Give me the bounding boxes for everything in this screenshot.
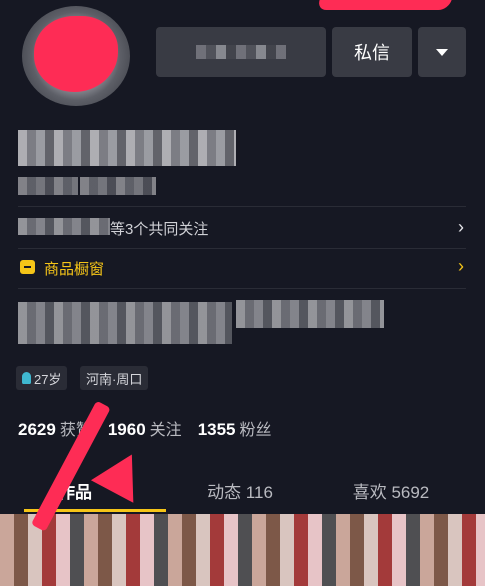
red-scribble-mark <box>34 16 118 92</box>
red-annotation-stroke-top <box>316 0 452 10</box>
likes-count[interactable]: 2629 <box>18 420 56 440</box>
location-tag-label: 河南·周口 <box>86 371 143 387</box>
mutual-follows-text: 等3个共同关注 <box>110 221 209 238</box>
age-tag: 27岁 <box>16 366 68 390</box>
shop-window-row[interactable]: 商品橱窗 › <box>18 252 466 284</box>
divider <box>18 206 466 207</box>
following-count[interactable]: 1960 <box>108 420 146 440</box>
video-thumbnail-strip[interactable] <box>0 514 485 586</box>
shop-window-label: 商品橱窗 <box>44 261 105 278</box>
tab-activity-label: 动态 116 <box>207 482 273 502</box>
avatar[interactable] <box>22 6 130 106</box>
profile-name-blurred <box>18 130 236 166</box>
divider <box>18 248 466 249</box>
chevron-right-icon: › <box>458 217 464 237</box>
shop-icon-face <box>24 266 31 268</box>
chevron-right-icon: › <box>458 256 464 276</box>
more-options-button[interactable] <box>418 27 466 77</box>
message-button-label: 私信 <box>354 43 390 63</box>
tab-likes-label: 喜欢 5692 <box>352 482 430 502</box>
followers-count[interactable]: 1355 <box>198 420 236 440</box>
bio-blurred-2 <box>236 300 384 328</box>
follow-button-blurred-label <box>196 45 286 59</box>
male-icon <box>22 372 31 384</box>
stats-row: 2629 获赞 1960 关注 1355 粉丝 <box>18 416 288 440</box>
tab-likes[interactable]: 喜欢 5692 <box>316 470 466 510</box>
profile-id-blurred <box>18 177 78 195</box>
following-label: 关注 <box>149 422 182 439</box>
triangle-down-icon <box>436 48 448 56</box>
tab-activity[interactable]: 动态 116 <box>165 470 315 510</box>
profile-id-blurred-2 <box>80 177 156 195</box>
age-tag-label: 27岁 <box>34 371 62 387</box>
location-tag: 河南·周口 <box>80 366 149 390</box>
followers-label: 粉丝 <box>239 422 272 439</box>
divider <box>18 288 466 289</box>
message-button[interactable]: 私信 <box>332 27 412 77</box>
follow-button[interactable] <box>156 27 326 77</box>
mutual-follows-row[interactable]: 等3个共同关注 › <box>18 210 466 244</box>
bio-blurred <box>18 302 232 344</box>
mutual-names-blurred <box>18 218 110 235</box>
